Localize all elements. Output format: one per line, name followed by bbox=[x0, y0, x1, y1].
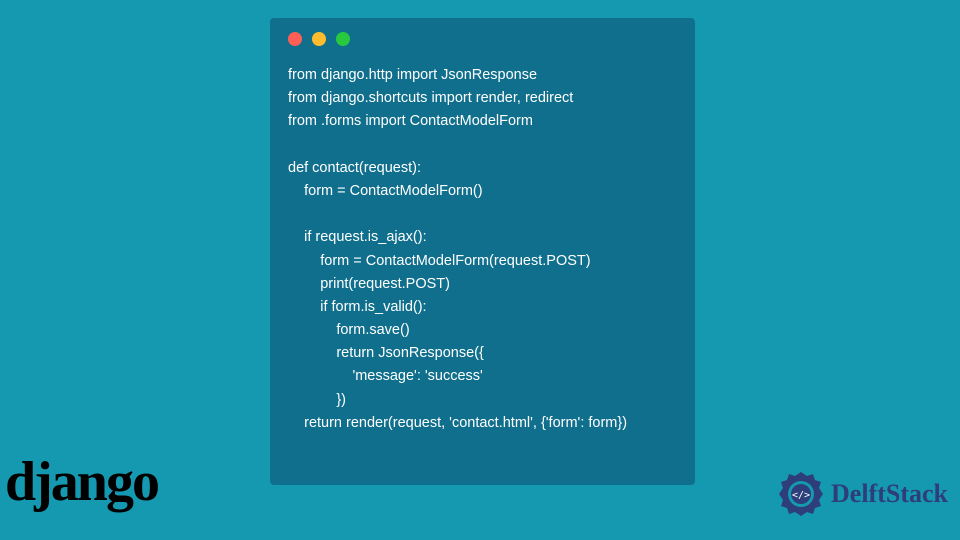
delftstack-text: DelftStack bbox=[831, 479, 948, 509]
delftstack-badge-icon: </> bbox=[777, 470, 825, 518]
code-block: from django.http import JsonResponse fro… bbox=[288, 64, 677, 435]
delftstack-logo: </> DelftStack bbox=[777, 470, 948, 518]
code-panel: from django.http import JsonResponse fro… bbox=[270, 18, 695, 485]
django-logo: django bbox=[5, 450, 158, 514]
window-controls bbox=[288, 32, 677, 46]
svg-text:</>: </> bbox=[792, 490, 810, 501]
close-dot-icon bbox=[288, 32, 302, 46]
minimize-dot-icon bbox=[312, 32, 326, 46]
maximize-dot-icon bbox=[336, 32, 350, 46]
